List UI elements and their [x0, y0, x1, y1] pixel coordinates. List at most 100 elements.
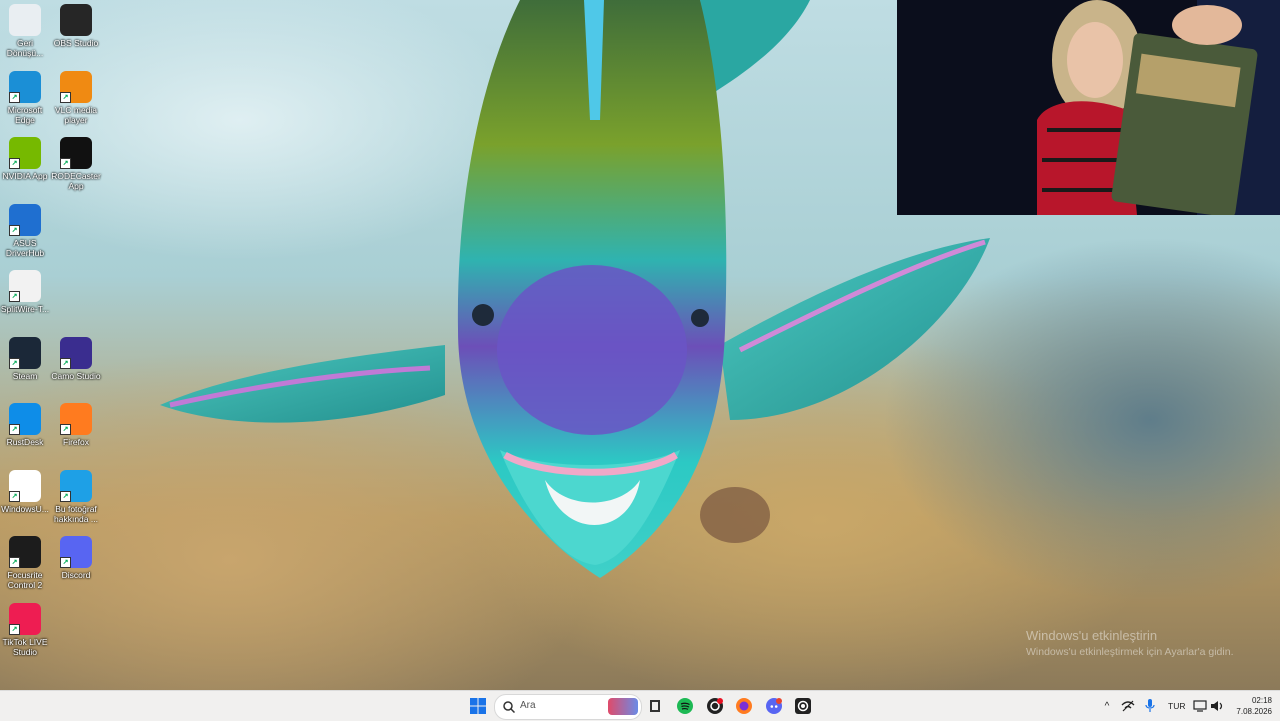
photo-info-icon: ↗ [60, 469, 92, 502]
desktop-icon-label: SplitWire-T... [0, 304, 50, 314]
desktop-icon[interactable]: ↗ RustDesk [0, 399, 51, 447]
shortcut-arrow-icon: ↗ [9, 424, 20, 435]
desktop-icon[interactable]: ↗ Bu fotoğraf hakkında ... [50, 466, 102, 524]
shortcut-arrow-icon: ↗ [60, 557, 71, 568]
system-clock[interactable]: 02:18 7.08.2026 [1232, 695, 1272, 717]
desktop-icon-label: ASUS DriverHub [5, 237, 45, 258]
desktop-icon[interactable]: ↗ Steam [0, 333, 51, 381]
desktop-icon-label: Bu fotoğraf hakkında ... [54, 503, 98, 524]
firefox-icon [736, 698, 752, 714]
camera-app-icon [795, 698, 811, 714]
chevron-up-icon: ^ [1104, 700, 1110, 712]
network-off-icon [1121, 700, 1135, 712]
desktop-icon[interactable]: ↗ Discord [50, 532, 102, 580]
obs-icon [60, 4, 92, 36]
desktop-icon-label: Discord [61, 570, 91, 580]
shortcut-arrow-icon: ↗ [9, 158, 20, 169]
discord-icon: ↗ [60, 536, 92, 568]
shortcut-arrow-icon: ↗ [9, 91, 20, 103]
camera-taskbar-button[interactable] [792, 695, 814, 717]
shortcut-arrow-icon: ↗ [9, 490, 20, 502]
desktop-icon-label: Firefox [63, 437, 89, 447]
camo-icon: ↗ [60, 336, 92, 369]
splitwire-icon: ↗ [9, 270, 41, 302]
shortcut-arrow-icon: ↗ [9, 224, 20, 236]
discord-icon [766, 698, 782, 714]
vlc-icon: ↗ [60, 70, 92, 103]
focusrite-icon: ↗ [9, 536, 41, 568]
rodecaster-icon: ↗ [60, 137, 92, 169]
spotify-button[interactable] [674, 695, 696, 717]
desktop-icon[interactable]: ↗ Camo Studio [50, 333, 102, 381]
nvidia-icon: ↗ [9, 137, 41, 169]
shortcut-arrow-icon: ↗ [60, 490, 71, 502]
desktop-icon[interactable]: ↗ VLC media player [50, 67, 102, 125]
desktop-icon-label: VLC media player [54, 104, 98, 125]
shortcut-arrow-icon: ↗ [60, 424, 71, 435]
obs-taskbar-button[interactable] [704, 695, 726, 717]
steam-icon: ↗ [9, 336, 41, 369]
desktop-icon-label: Camo Studio [51, 370, 101, 381]
taskbar: Ara ^ TUR 02:18 7.08.2026 [0, 690, 1280, 721]
shortcut-arrow-icon: ↗ [60, 158, 71, 169]
webcam-overlay [897, 0, 1280, 215]
recycle-bin-icon [9, 4, 41, 36]
widget-icon [650, 700, 660, 712]
desktop-icon[interactable]: ↗ NVIDIA App [0, 133, 51, 181]
clock-date: 7.08.2026 [1236, 707, 1272, 716]
activation-watermark: Windows'u etkinleştirin Windows'u etkinl… [1026, 628, 1233, 658]
text-file-icon: ↗ [9, 469, 41, 502]
shortcut-arrow-icon: ↗ [9, 357, 20, 369]
desktop-icon-label: NVIDIA App [2, 171, 48, 181]
obs-icon [707, 698, 723, 714]
clock-time: 02:18 [1251, 696, 1272, 705]
rustdesk-icon: ↗ [9, 403, 41, 435]
language-indicator[interactable]: TUR [1168, 701, 1185, 711]
watermark-subtitle: Windows'u etkinleştirmek için Ayarlar'a … [1026, 646, 1234, 658]
discord-taskbar-button[interactable] [763, 695, 785, 717]
shortcut-arrow-icon: ↗ [9, 557, 20, 568]
speaker-icon [1211, 701, 1223, 711]
desktop-icon[interactable]: OBS Studio [50, 0, 102, 48]
start-button[interactable] [467, 695, 489, 717]
desktop-icon-label: TikTok LIVE Studio [2, 636, 48, 657]
desktop-icon-label: WindowsU... [1, 503, 49, 514]
desktop-icon-label: RODECaster App [51, 171, 101, 191]
desktop-icon[interactable]: ↗ ASUS DriverHub [0, 200, 51, 258]
desktop-icon[interactable]: ↗ Firefox [50, 399, 102, 447]
firefox-taskbar-button[interactable] [733, 695, 755, 717]
shortcut-arrow-icon: ↗ [9, 291, 20, 302]
microphone-button[interactable] [1139, 695, 1161, 717]
shortcut-arrow-icon: ↗ [9, 623, 20, 635]
desktop-icon[interactable]: Geri Dönüşü... [0, 0, 51, 58]
desktop-icon[interactable]: ↗ RODECaster App [50, 133, 102, 191]
spotify-icon [677, 698, 693, 714]
asus-gear-icon: ↗ [9, 203, 41, 236]
desktop-icon[interactable]: ↗ Focusrite Control 2 [0, 532, 51, 590]
shortcut-arrow-icon: ↗ [60, 91, 71, 103]
desktop-icon[interactable]: ↗ WindowsU... [0, 466, 51, 514]
desktop-icon-label: Steam [12, 370, 38, 381]
tray-overflow-button[interactable]: ^ [1096, 695, 1118, 717]
edge-icon: ↗ [9, 70, 41, 103]
search-placeholder: Ara [520, 700, 536, 711]
search-icon [503, 701, 515, 713]
search-highlight-image [608, 698, 638, 715]
network-button[interactable] [1117, 695, 1139, 717]
volume-button[interactable] [1206, 695, 1228, 717]
tiktok-icon: ↗ [9, 602, 41, 635]
desktop-icon[interactable]: ↗ TikTok LIVE Studio [0, 599, 51, 657]
desktop-icon[interactable]: ↗ SplitWire-T... [0, 266, 51, 314]
desktop-icon-label: Microsoft Edge [7, 104, 43, 125]
shortcut-arrow-icon: ↗ [60, 357, 71, 369]
firefox-icon: ↗ [60, 403, 92, 435]
desktop-icon-label: Focusrite Control 2 [7, 570, 43, 590]
watermark-title: Windows'u etkinleştirin [1026, 628, 1158, 643]
desktop-icon[interactable]: ↗ Microsoft Edge [0, 67, 51, 125]
desktop-icon-label: Geri Dönüşü... [6, 38, 44, 58]
microphone-icon [1145, 699, 1155, 712]
desktop-icon-label: RustDesk [6, 437, 44, 447]
start-icon [470, 698, 486, 714]
task-view-button[interactable] [644, 695, 666, 717]
taskbar-search-box[interactable]: Ara [494, 694, 642, 720]
